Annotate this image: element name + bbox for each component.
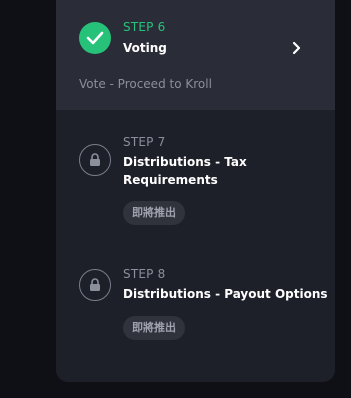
step-7-title-line1: Distributions - Tax — [123, 155, 247, 169]
chevron-right-icon[interactable] — [292, 40, 302, 59]
lock-icon — [79, 144, 111, 176]
step-8-title: Distributions - Payout Options — [123, 287, 328, 301]
step-6-subtitle: Vote - Proceed to Kroll — [79, 77, 212, 91]
step-6-number: STEP 6 — [123, 20, 166, 34]
step-7-number: STEP 7 — [123, 135, 166, 149]
coming-soon-badge: 即將推出 — [123, 316, 185, 340]
step-6-title: Voting — [123, 41, 167, 55]
step-8-number: STEP 8 — [123, 267, 166, 281]
coming-soon-badge: 即將推出 — [123, 201, 185, 225]
step-7-title-line2: Requirements — [123, 173, 218, 187]
check-icon — [79, 22, 111, 54]
steps-panel: STEP 6 Voting Vote - Proceed to Kroll ST… — [56, 0, 335, 382]
lock-icon — [79, 269, 111, 301]
step-6-card[interactable]: STEP 6 Voting Vote - Proceed to Kroll — [56, 0, 335, 110]
